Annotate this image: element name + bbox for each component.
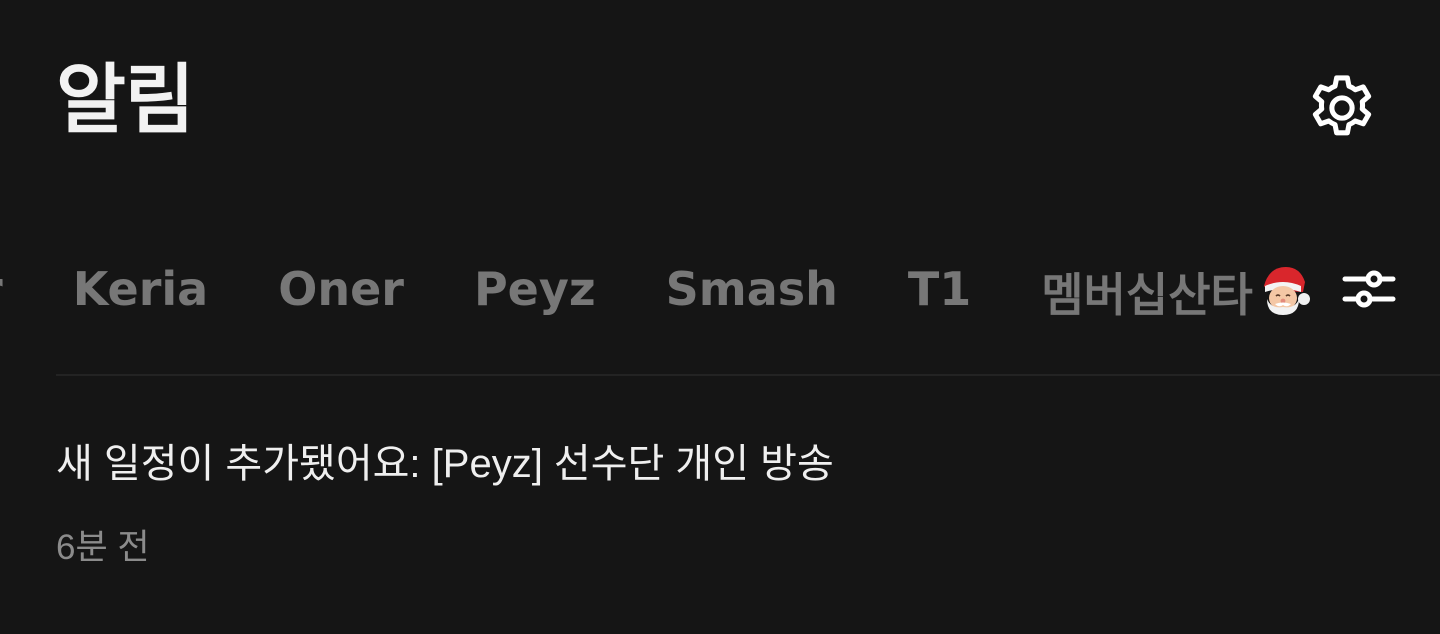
tab-peyz[interactable]: Peyz (474, 266, 596, 312)
santa-emoji (1263, 266, 1310, 315)
tabs-track: r Keria Oner Peyz Smash T1 멤버십산타 (0, 244, 1318, 334)
gear-icon (1312, 75, 1372, 136)
notification-message: 새 일정이 추가됐어요: [Peyz] 선수단 개인 방송 (56, 442, 834, 486)
notification-time: 6분 전 (56, 528, 150, 567)
player-tabs: r Keria Oner Peyz Smash T1 멤버십산타 (0, 244, 1318, 334)
tab-membership-santa-label: 멤버십산타 (1041, 267, 1253, 322)
tab-keria[interactable]: Keria (73, 266, 209, 312)
filter-sliders-icon (1342, 270, 1396, 308)
tab-smash[interactable]: Smash (666, 266, 838, 312)
page-title: 알림 (56, 55, 195, 144)
tab-t1[interactable]: T1 (908, 266, 971, 312)
tab-membership-santa[interactable]: 멤버십산타 (1041, 261, 1311, 318)
settings-button[interactable] (1302, 68, 1382, 148)
notifications-screen: 알림 r Keria Oner Peyz Smash T1 멤버십산타 (0, 0, 1440, 634)
tab-oner[interactable]: Oner (278, 266, 404, 312)
divider (56, 374, 1440, 376)
filter-button[interactable] (1336, 256, 1402, 322)
tab-partial[interactable]: r (0, 266, 3, 312)
notification-item[interactable]: 새 일정이 추가됐어요: [Peyz] 선수단 개인 방송 6분 전 (56, 436, 1396, 568)
